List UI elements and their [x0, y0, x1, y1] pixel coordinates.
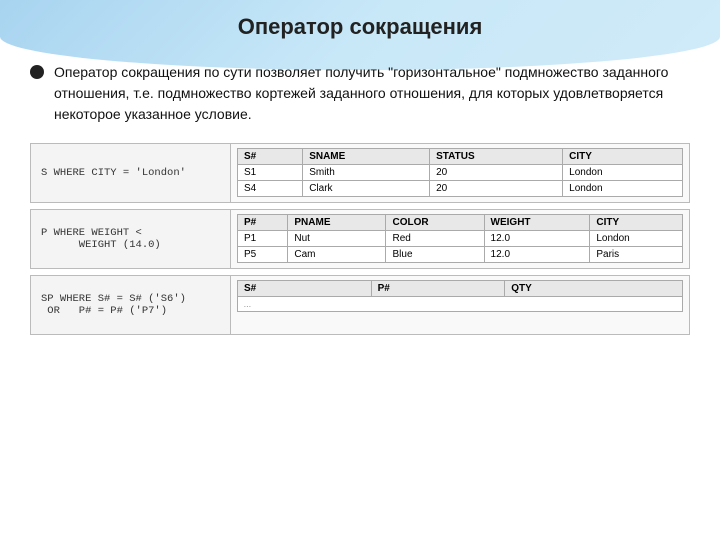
table-cell: Smith	[303, 165, 430, 181]
col-header: STATUS	[430, 149, 563, 165]
col-header: S#	[238, 149, 303, 165]
result-table-2: P# PNAME COLOR WEIGHT CITY P1 Nut Red 12	[237, 214, 683, 263]
col-header: SNAME	[303, 149, 430, 165]
bullet-item: Оператор сокращения по сути позволяет по…	[30, 62, 690, 125]
table-cell: Cam	[288, 247, 386, 263]
table-cell: Nut	[288, 231, 386, 247]
bullet-dot	[30, 65, 44, 79]
query-cell-1: S WHERE CITY = 'London'	[31, 144, 231, 202]
table-cell: 12.0	[484, 231, 590, 247]
result-cell-3: S# P# QTY ...	[231, 276, 689, 334]
query-cell-3: SP WHERE S# = S# ('S6') OR P# = P# ('P7'…	[31, 276, 231, 334]
col-header: P#	[371, 281, 505, 297]
table-row: S1 Smith 20 London	[238, 165, 683, 181]
col-header: WEIGHT	[484, 215, 590, 231]
table-block-2: P WHERE WEIGHT < WEIGHT (14.0) P# PNAME …	[30, 209, 690, 269]
table-cell: London	[563, 181, 683, 197]
table-cell: 12.0	[484, 247, 590, 263]
col-header: QTY	[505, 281, 683, 297]
col-header: S#	[238, 281, 372, 297]
table-cell: P1	[238, 231, 288, 247]
table-row: ...	[238, 297, 683, 312]
table-row: P5 Cam Blue 12.0 Paris	[238, 247, 683, 263]
table-cell: S1	[238, 165, 303, 181]
result-table-3: S# P# QTY ...	[237, 280, 683, 312]
table-cell: ...	[238, 297, 683, 312]
result-cell-1: S# SNAME STATUS CITY S1 Smith 20 London	[231, 144, 689, 202]
result-table-1: S# SNAME STATUS CITY S1 Smith 20 London	[237, 148, 683, 197]
col-header: CITY	[563, 149, 683, 165]
bullet-text: Оператор сокращения по сути позволяет по…	[54, 62, 690, 125]
result-cell-2: P# PNAME COLOR WEIGHT CITY P1 Nut Red 12	[231, 210, 689, 268]
page-title: Оператор сокращения	[0, 0, 720, 40]
table-block-1: S WHERE CITY = 'London' S# SNAME STATUS …	[30, 143, 690, 203]
table-cell: Blue	[386, 247, 484, 263]
col-header: P#	[238, 215, 288, 231]
table-row: P1 Nut Red 12.0 London	[238, 231, 683, 247]
col-header: COLOR	[386, 215, 484, 231]
table-cell: S4	[238, 181, 303, 197]
col-header: CITY	[590, 215, 683, 231]
tables-area: S WHERE CITY = 'London' S# SNAME STATUS …	[30, 143, 690, 335]
table-cell: Clark	[303, 181, 430, 197]
table-cell: London	[563, 165, 683, 181]
col-header: PNAME	[288, 215, 386, 231]
table-row: S4 Clark 20 London	[238, 181, 683, 197]
table-cell: Red	[386, 231, 484, 247]
main-content: Оператор сокращения по сути позволяет по…	[0, 40, 720, 345]
table-cell: P5	[238, 247, 288, 263]
table-cell: 20	[430, 165, 563, 181]
query-cell-2: P WHERE WEIGHT < WEIGHT (14.0)	[31, 210, 231, 268]
table-cell: Paris	[590, 247, 683, 263]
table-block-3: SP WHERE S# = S# ('S6') OR P# = P# ('P7'…	[30, 275, 690, 335]
table-cell: London	[590, 231, 683, 247]
table-cell: 20	[430, 181, 563, 197]
